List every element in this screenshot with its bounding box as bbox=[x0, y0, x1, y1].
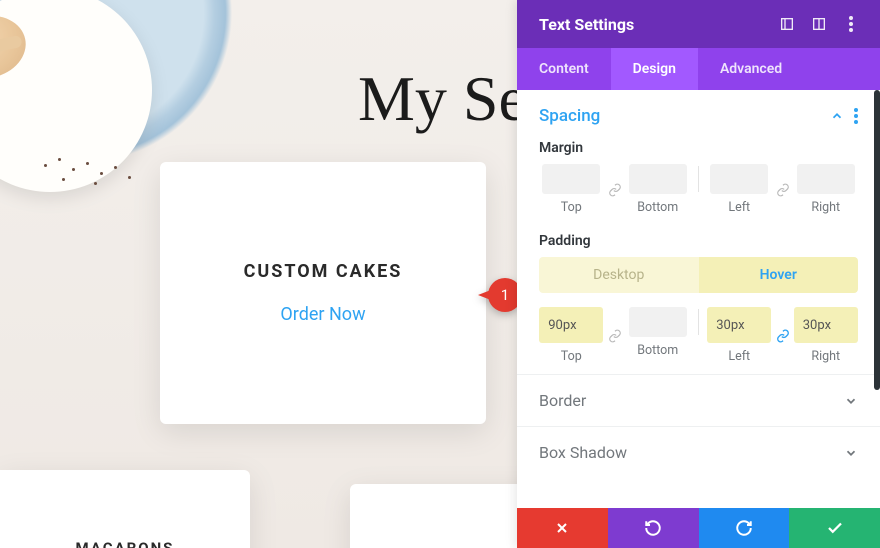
side-label: Bottom bbox=[637, 200, 678, 215]
section-heading: Border bbox=[539, 391, 586, 410]
chevron-down-icon bbox=[844, 446, 858, 460]
margin-top-input[interactable] bbox=[542, 164, 600, 194]
save-button[interactable] bbox=[789, 508, 880, 548]
tab-content[interactable]: Content bbox=[517, 48, 611, 90]
panel-title: Text Settings bbox=[539, 15, 774, 34]
service-card-macarons[interactable]: MACARONS bbox=[0, 470, 250, 548]
side-label: Right bbox=[811, 200, 840, 215]
chevron-up-icon[interactable] bbox=[830, 109, 844, 123]
padding-inputs: Top Bottom Left bbox=[539, 307, 858, 364]
section-heading[interactable]: Spacing bbox=[539, 106, 600, 126]
link-icon[interactable] bbox=[608, 307, 622, 364]
snap-icon[interactable] bbox=[806, 11, 832, 37]
divider bbox=[698, 166, 699, 192]
side-label: Left bbox=[728, 349, 750, 364]
tab-design[interactable]: Design bbox=[611, 48, 698, 90]
panel-header: Text Settings bbox=[517, 0, 880, 48]
macaron-decor bbox=[0, 9, 32, 86]
service-card-main[interactable]: CUSTOM CAKES Order Now bbox=[160, 162, 486, 424]
padding-right-input[interactable] bbox=[797, 310, 855, 340]
side-label: Bottom bbox=[637, 343, 678, 358]
divider bbox=[698, 309, 699, 335]
section-heading: Box Shadow bbox=[539, 443, 627, 462]
more-icon[interactable] bbox=[838, 11, 864, 37]
scrollbar[interactable] bbox=[874, 90, 880, 390]
link-icon[interactable] bbox=[776, 307, 790, 364]
margin-right-input[interactable] bbox=[797, 164, 855, 194]
panel-body: Spacing Margin Top bbox=[517, 90, 880, 508]
redo-button[interactable] bbox=[699, 508, 790, 548]
padding-top-input[interactable] bbox=[542, 310, 600, 340]
order-now-link[interactable]: Order Now bbox=[280, 304, 365, 325]
link-icon[interactable] bbox=[776, 164, 790, 215]
section-spacing: Spacing Margin Top bbox=[517, 90, 880, 374]
panel-footer bbox=[517, 508, 880, 548]
service-card-title: MACARONS bbox=[76, 539, 175, 548]
margin-left-input[interactable] bbox=[710, 164, 768, 194]
state-tab-hover[interactable]: Hover bbox=[699, 257, 859, 293]
page-canvas: My Ser CUSTOM CAKES Order Now MACARONS C… bbox=[0, 0, 517, 548]
margin-label: Margin bbox=[539, 140, 858, 156]
tab-advanced[interactable]: Advanced bbox=[698, 48, 804, 90]
crumbs-decor bbox=[40, 158, 150, 202]
link-icon[interactable] bbox=[608, 164, 622, 215]
page-title: My Ser bbox=[358, 62, 517, 136]
settings-panel: Text Settings Content Design Advanced Sp… bbox=[517, 0, 880, 548]
margin-bottom-input[interactable] bbox=[629, 164, 687, 194]
side-label: Top bbox=[561, 200, 582, 215]
service-card-title: CUSTOM CAKES bbox=[244, 261, 403, 282]
padding-left-input[interactable] bbox=[710, 310, 768, 340]
cancel-button[interactable] bbox=[517, 508, 608, 548]
section-box-shadow[interactable]: Box Shadow bbox=[517, 426, 880, 478]
padding-bottom-input[interactable] bbox=[629, 307, 687, 337]
state-tab-desktop[interactable]: Desktop bbox=[539, 257, 699, 293]
section-options-icon[interactable] bbox=[854, 108, 858, 124]
state-tabs: Desktop Hover bbox=[539, 257, 858, 293]
section-border[interactable]: Border bbox=[517, 374, 880, 426]
side-label: Left bbox=[728, 200, 750, 215]
margin-inputs: Top Bottom Left bbox=[539, 164, 858, 215]
annotation-marker-1: 1 bbox=[478, 278, 522, 312]
service-card-cupcakes[interactable]: CUPCAKES bbox=[350, 484, 517, 548]
side-label: Top bbox=[561, 349, 582, 364]
undo-button[interactable] bbox=[608, 508, 699, 548]
expand-icon[interactable] bbox=[774, 11, 800, 37]
chevron-down-icon bbox=[844, 394, 858, 408]
side-label: Right bbox=[811, 349, 840, 364]
padding-label: Padding bbox=[539, 233, 858, 249]
panel-tabs: Content Design Advanced bbox=[517, 48, 880, 90]
